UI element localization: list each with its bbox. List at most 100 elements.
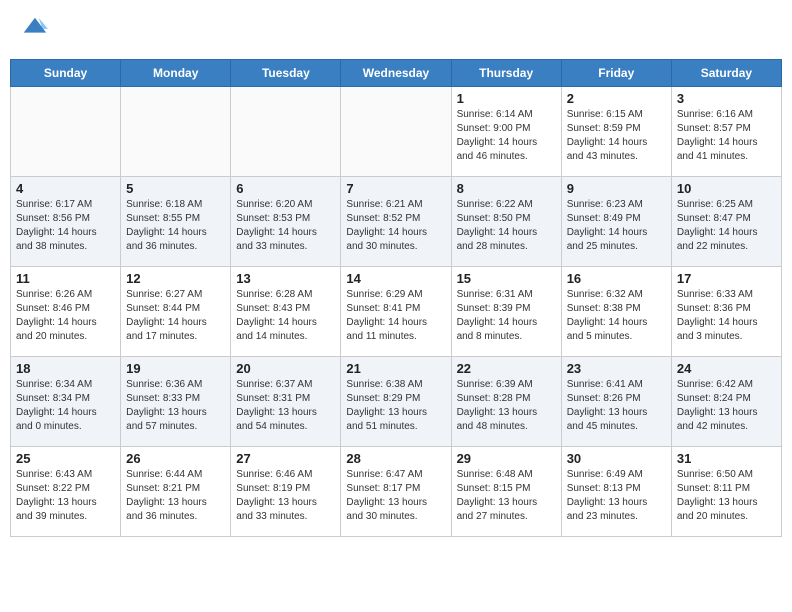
day-number: 12 [126, 271, 225, 286]
day-number: 3 [677, 91, 776, 106]
day-number: 26 [126, 451, 225, 466]
day-info: Sunrise: 6:23 AM Sunset: 8:49 PM Dayligh… [567, 198, 666, 254]
day-number: 13 [236, 271, 335, 286]
day-info: Sunrise: 6:48 AM Sunset: 8:15 PM Dayligh… [457, 468, 556, 524]
calendar-day-21: 21 Sunrise: 6:38 AM Sunset: 8:29 PM Dayli… [341, 356, 451, 446]
day-header-friday: Friday [561, 59, 671, 86]
page-header [10, 10, 782, 51]
day-number: 6 [236, 181, 335, 196]
day-info: Sunrise: 6:15 AM Sunset: 8:59 PM Dayligh… [567, 108, 666, 164]
calendar-table: SundayMondayTuesdayWednesdayThursdayFrid… [10, 59, 782, 537]
day-header-wednesday: Wednesday [341, 59, 451, 86]
day-number: 24 [677, 361, 776, 376]
calendar-day-15: 15 Sunrise: 6:31 AM Sunset: 8:39 PM Dayli… [451, 266, 561, 356]
calendar-day-3: 3 Sunrise: 6:16 AM Sunset: 8:57 PM Daylig… [671, 86, 781, 176]
day-number: 2 [567, 91, 666, 106]
day-info: Sunrise: 6:47 AM Sunset: 8:17 PM Dayligh… [346, 468, 445, 524]
calendar-day-5: 5Sunrise: 6:18 AM Sunset: 8:55 PM Daylig… [121, 176, 231, 266]
calendar-day-20: 20 Sunrise: 6:37 AM Sunset: 8:31 PM Dayli… [231, 356, 341, 446]
day-info: Sunrise: 6:17 AM Sunset: 8:56 PM Dayligh… [16, 198, 115, 254]
day-header-monday: Monday [121, 59, 231, 86]
day-number: 17 [677, 271, 776, 286]
day-info: Sunrise: 6:31 AM Sunset: 8:39 PM Dayligh… [457, 288, 556, 344]
day-info: Sunrise: 6:37 AM Sunset: 8:31 PM Dayligh… [236, 378, 335, 434]
calendar-day-8: 8 Sunrise: 6:22 AM Sunset: 8:50 PM Daylig… [451, 176, 561, 266]
calendar-day-7: 7 Sunrise: 6:21 AM Sunset: 8:52 PM Daylig… [341, 176, 451, 266]
calendar-day-31: 31Sunrise: 6:50 AM Sunset: 8:11 PM Dayli… [671, 446, 781, 536]
day-number: 20 [236, 361, 335, 376]
calendar-day-2: 2 Sunrise: 6:15 AM Sunset: 8:59 PM Daylig… [561, 86, 671, 176]
day-header-row: SundayMondayTuesdayWednesdayThursdayFrid… [11, 59, 782, 86]
calendar-day-13: 13 Sunrise: 6:28 AM Sunset: 8:43 PM Dayli… [231, 266, 341, 356]
day-header-saturday: Saturday [671, 59, 781, 86]
day-number: 7 [346, 181, 445, 196]
calendar-day-6: 6 Sunrise: 6:20 AM Sunset: 8:53 PM Daylig… [231, 176, 341, 266]
day-info: Sunrise: 6:42 AM Sunset: 8:24 PM Dayligh… [677, 378, 776, 434]
day-number: 1 [457, 91, 556, 106]
calendar-empty-cell [121, 86, 231, 176]
calendar-day-9: 9 Sunrise: 6:23 AM Sunset: 8:49 PM Daylig… [561, 176, 671, 266]
calendar-empty-cell [231, 86, 341, 176]
day-info: Sunrise: 6:43 AM Sunset: 8:22 PM Dayligh… [16, 468, 115, 524]
calendar-day-18: 18Sunrise: 6:34 AM Sunset: 8:34 PM Dayli… [11, 356, 121, 446]
day-info: Sunrise: 6:44 AM Sunset: 8:21 PM Dayligh… [126, 468, 225, 524]
day-info: Sunrise: 6:25 AM Sunset: 8:47 PM Dayligh… [677, 198, 776, 254]
day-info: Sunrise: 6:27 AM Sunset: 8:44 PM Dayligh… [126, 288, 225, 344]
calendar-day-25: 25 Sunrise: 6:43 AM Sunset: 8:22 PM Dayli… [11, 446, 121, 536]
calendar-day-27: 27 Sunrise: 6:46 AM Sunset: 8:19 PM Dayli… [231, 446, 341, 536]
calendar-day-16: 16 Sunrise: 6:32 AM Sunset: 8:38 PM Dayli… [561, 266, 671, 356]
day-number: 16 [567, 271, 666, 286]
day-info: Sunrise: 6:32 AM Sunset: 8:38 PM Dayligh… [567, 288, 666, 344]
day-number: 10 [677, 181, 776, 196]
day-info: Sunrise: 6:14 AM Sunset: 9:00 PM Dayligh… [457, 108, 556, 164]
day-number: 15 [457, 271, 556, 286]
day-number: 8 [457, 181, 556, 196]
day-info: Sunrise: 6:21 AM Sunset: 8:52 PM Dayligh… [346, 198, 445, 254]
day-number: 30 [567, 451, 666, 466]
day-number: 9 [567, 181, 666, 196]
calendar-day-4: 4 Sunrise: 6:17 AM Sunset: 8:56 PM Daylig… [11, 176, 121, 266]
logo-icon [20, 14, 48, 42]
day-info: Sunrise: 6:50 AM Sunset: 8:11 PM Dayligh… [677, 468, 776, 524]
day-header-sunday: Sunday [11, 59, 121, 86]
day-number: 21 [346, 361, 445, 376]
day-header-tuesday: Tuesday [231, 59, 341, 86]
calendar-day-19: 19 Sunrise: 6:36 AM Sunset: 8:33 PM Dayli… [121, 356, 231, 446]
day-info: Sunrise: 6:38 AM Sunset: 8:29 PM Dayligh… [346, 378, 445, 434]
day-info: Sunrise: 6:36 AM Sunset: 8:33 PM Dayligh… [126, 378, 225, 434]
day-number: 28 [346, 451, 445, 466]
day-number: 4 [16, 181, 115, 196]
day-info: Sunrise: 6:28 AM Sunset: 8:43 PM Dayligh… [236, 288, 335, 344]
calendar-day-11: 11Sunrise: 6:26 AM Sunset: 8:46 PM Dayli… [11, 266, 121, 356]
calendar-day-10: 10 Sunrise: 6:25 AM Sunset: 8:47 PM Dayli… [671, 176, 781, 266]
calendar-day-22: 22 Sunrise: 6:39 AM Sunset: 8:28 PM Dayli… [451, 356, 561, 446]
logo [18, 14, 48, 47]
day-info: Sunrise: 6:20 AM Sunset: 8:53 PM Dayligh… [236, 198, 335, 254]
day-info: Sunrise: 6:29 AM Sunset: 8:41 PM Dayligh… [346, 288, 445, 344]
calendar-day-26: 26 Sunrise: 6:44 AM Sunset: 8:21 PM Dayli… [121, 446, 231, 536]
day-number: 25 [16, 451, 115, 466]
day-info: Sunrise: 6:46 AM Sunset: 8:19 PM Dayligh… [236, 468, 335, 524]
day-info: Sunrise: 6:18 AM Sunset: 8:55 PM Dayligh… [126, 198, 225, 254]
calendar-day-14: 14 Sunrise: 6:29 AM Sunset: 8:41 PM Dayli… [341, 266, 451, 356]
day-number: 14 [346, 271, 445, 286]
day-number: 11 [16, 271, 115, 286]
day-info: Sunrise: 6:33 AM Sunset: 8:36 PM Dayligh… [677, 288, 776, 344]
calendar-empty-cell [341, 86, 451, 176]
day-number: 19 [126, 361, 225, 376]
day-info: Sunrise: 6:39 AM Sunset: 8:28 PM Dayligh… [457, 378, 556, 434]
day-info: Sunrise: 6:22 AM Sunset: 8:50 PM Dayligh… [457, 198, 556, 254]
day-info: Sunrise: 6:16 AM Sunset: 8:57 PM Dayligh… [677, 108, 776, 164]
day-info: Sunrise: 6:41 AM Sunset: 8:26 PM Dayligh… [567, 378, 666, 434]
calendar-week-row: 18Sunrise: 6:34 AM Sunset: 8:34 PM Dayli… [11, 356, 782, 446]
calendar-day-1: 1 Sunrise: 6:14 AM Sunset: 9:00 PM Daylig… [451, 86, 561, 176]
calendar-day-17: 17 Sunrise: 6:33 AM Sunset: 8:36 PM Dayli… [671, 266, 781, 356]
day-number: 23 [567, 361, 666, 376]
day-number: 29 [457, 451, 556, 466]
day-number: 22 [457, 361, 556, 376]
day-header-thursday: Thursday [451, 59, 561, 86]
day-number: 27 [236, 451, 335, 466]
calendar-day-23: 23 Sunrise: 6:41 AM Sunset: 8:26 PM Dayli… [561, 356, 671, 446]
calendar-week-row: 1 Sunrise: 6:14 AM Sunset: 9:00 PM Daylig… [11, 86, 782, 176]
calendar-day-28: 28 Sunrise: 6:47 AM Sunset: 8:17 PM Dayli… [341, 446, 451, 536]
